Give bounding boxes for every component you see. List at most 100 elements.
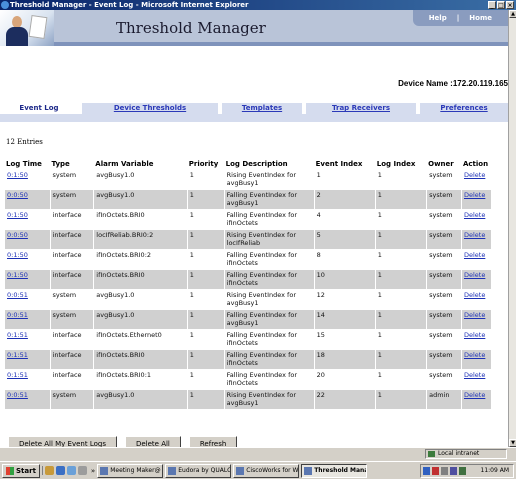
log-time-link[interactable]: 0:1:50 <box>7 211 28 219</box>
tab-event-log[interactable]: Event Log <box>0 103 78 114</box>
minimize-button[interactable]: _ <box>488 1 496 9</box>
column-header: Type <box>50 159 94 169</box>
delete-link[interactable]: Delete <box>464 331 485 339</box>
delete-link[interactable]: Delete <box>464 351 485 359</box>
delete-link[interactable]: Delete <box>464 291 485 299</box>
table-cell: 1 <box>375 210 427 229</box>
log-time-link[interactable]: 0:0:51 <box>7 291 28 299</box>
table-cell: 15 <box>314 330 375 349</box>
log-time-link[interactable]: 0:0:51 <box>7 311 28 319</box>
delete-link[interactable]: Delete <box>464 211 485 219</box>
table-cell: system <box>50 290 94 309</box>
table-cell: 1 <box>187 210 224 229</box>
log-time-link[interactable]: 0:1:50 <box>7 251 28 259</box>
delete-link[interactable]: Delete <box>464 371 485 379</box>
log-description-cell: Falling EventIndex for avgBusy1 <box>226 311 298 327</box>
home-link[interactable]: Home <box>459 14 502 22</box>
log-index-cell: 1 <box>377 231 382 239</box>
table-cell: ifInOctets.BRI0 <box>94 270 187 289</box>
table-row: 0:1:50 interface ifInOctets.BRI0 1 Falling E… <box>5 270 491 289</box>
clock: 11:09 AM <box>480 467 509 474</box>
table-cell: interface <box>50 230 94 249</box>
priority-cell: 1 <box>189 371 194 379</box>
delete-all-button[interactable]: Delete All <box>124 436 181 447</box>
tray-network-icon[interactable] <box>423 467 430 475</box>
table-cell: avgBusy1.0 <box>94 190 187 209</box>
delete-my-logs-button[interactable]: Delete All My Event Logs <box>8 436 117 447</box>
tray-antivirus-icon[interactable] <box>432 467 439 475</box>
log-time-link[interactable]: 0:1:51 <box>7 371 28 379</box>
tab-templates[interactable]: Templates <box>222 103 302 114</box>
table-cell: 4 <box>314 210 375 229</box>
taskbar: Start » Meeting Maker@ -... Eudora by QU… <box>0 461 516 479</box>
intranet-icon <box>428 451 435 457</box>
delete-link[interactable]: Delete <box>464 271 485 279</box>
scroll-up-icon[interactable]: ▲ <box>509 10 516 18</box>
log-index-cell: 1 <box>377 211 382 219</box>
tray-shield-icon[interactable] <box>450 467 457 475</box>
delete-link[interactable]: Delete <box>464 171 485 179</box>
delete-link[interactable]: Delete <box>464 191 485 199</box>
desktop-icon[interactable] <box>44 466 54 475</box>
table-cell: locIfReliab.BRI0:2 <box>94 230 187 249</box>
table-cell: ifInOctets.Ethernet0 <box>94 330 187 349</box>
delete-link[interactable]: Delete <box>464 231 485 239</box>
table-cell: 1 <box>187 290 224 309</box>
log-time-link[interactable]: 0:0:50 <box>7 191 28 199</box>
owner-cell: system <box>429 331 453 339</box>
tab-trap-receivers[interactable]: Trap Receivers <box>306 103 416 114</box>
help-link[interactable]: Help <box>419 14 457 22</box>
tray-search-icon[interactable] <box>459 467 466 475</box>
entries-count: 12 Entries <box>6 138 43 146</box>
log-time-link[interactable]: 0:1:51 <box>7 331 28 339</box>
vertical-scrollbar[interactable]: ▲ ▼ <box>508 10 516 447</box>
close-button[interactable]: × <box>506 1 514 9</box>
log-time-link[interactable]: 0:0:50 <box>7 231 28 239</box>
log-index-cell: 1 <box>377 171 382 179</box>
task-meeting-maker[interactable]: Meeting Maker@ -... <box>97 463 164 478</box>
table-cell: 1 <box>187 230 224 249</box>
table-cell: 1 <box>187 390 224 409</box>
task-eudora[interactable]: Eudora by QUALC... <box>165 463 232 478</box>
table-cell: 1 <box>375 230 427 249</box>
quicklaunch-chevron[interactable]: » <box>91 467 95 475</box>
start-button[interactable]: Start <box>2 463 40 478</box>
owner-cell: system <box>429 231 453 239</box>
alarm-variable-cell: avgBusy1.0 <box>96 311 135 319</box>
table-cell: interface <box>50 210 94 229</box>
owner-cell: system <box>429 311 453 319</box>
table-cell: Delete <box>461 270 491 289</box>
event-index-cell: 1 <box>316 171 321 179</box>
scroll-down-icon[interactable]: ▼ <box>509 439 516 447</box>
banner-photo <box>0 10 54 46</box>
table-cell: Falling EventIndex for ifInOctets <box>224 330 314 349</box>
log-time-link[interactable]: 0:1:51 <box>7 351 28 359</box>
log-description-cell: Falling EventIndex for ifInOctets <box>226 251 298 267</box>
event-index-cell: 15 <box>316 331 325 339</box>
delete-link[interactable]: Delete <box>464 251 485 259</box>
tray-volume-icon[interactable] <box>441 467 448 475</box>
table-cell: Rising EventIndex for avgBusy1 <box>224 170 314 189</box>
task-threshold-manager[interactable]: Threshold Mana... <box>301 463 368 478</box>
security-zone: Local intranet <box>425 449 507 459</box>
event-index-cell: 18 <box>316 351 325 359</box>
log-time-link[interactable]: 0:0:51 <box>7 391 28 399</box>
table-row: 0:0:51 system avgBusy1.0 1 Rising EventIndex… <box>5 390 491 409</box>
log-description-cell: Falling EventIndex for ifInOctets <box>226 351 298 367</box>
priority-cell: 1 <box>189 351 194 359</box>
window-icon[interactable] <box>77 466 87 475</box>
tab-preferences[interactable]: Preferences <box>420 103 508 114</box>
owner-cell: system <box>429 191 453 199</box>
log-time-link[interactable]: 0:1:50 <box>7 271 28 279</box>
task-ciscoworks[interactable]: CiscoWorks for Wi... <box>233 463 300 478</box>
delete-link[interactable]: Delete <box>464 391 485 399</box>
alarm-variable-cell: ifInOctets.BRI0:2 <box>96 251 152 259</box>
outlook-icon[interactable] <box>66 466 76 475</box>
refresh-button[interactable]: Refresh <box>188 436 238 447</box>
tab-device-thresholds[interactable]: Device Thresholds <box>82 103 218 114</box>
log-time-link[interactable]: 0:1:50 <box>7 171 28 179</box>
alarm-variable-cell: ifInOctets.BRI0 <box>96 271 145 279</box>
maximize-button[interactable]: □ <box>497 1 505 9</box>
delete-link[interactable]: Delete <box>464 311 485 319</box>
ie-quicklaunch-icon[interactable] <box>55 466 65 475</box>
